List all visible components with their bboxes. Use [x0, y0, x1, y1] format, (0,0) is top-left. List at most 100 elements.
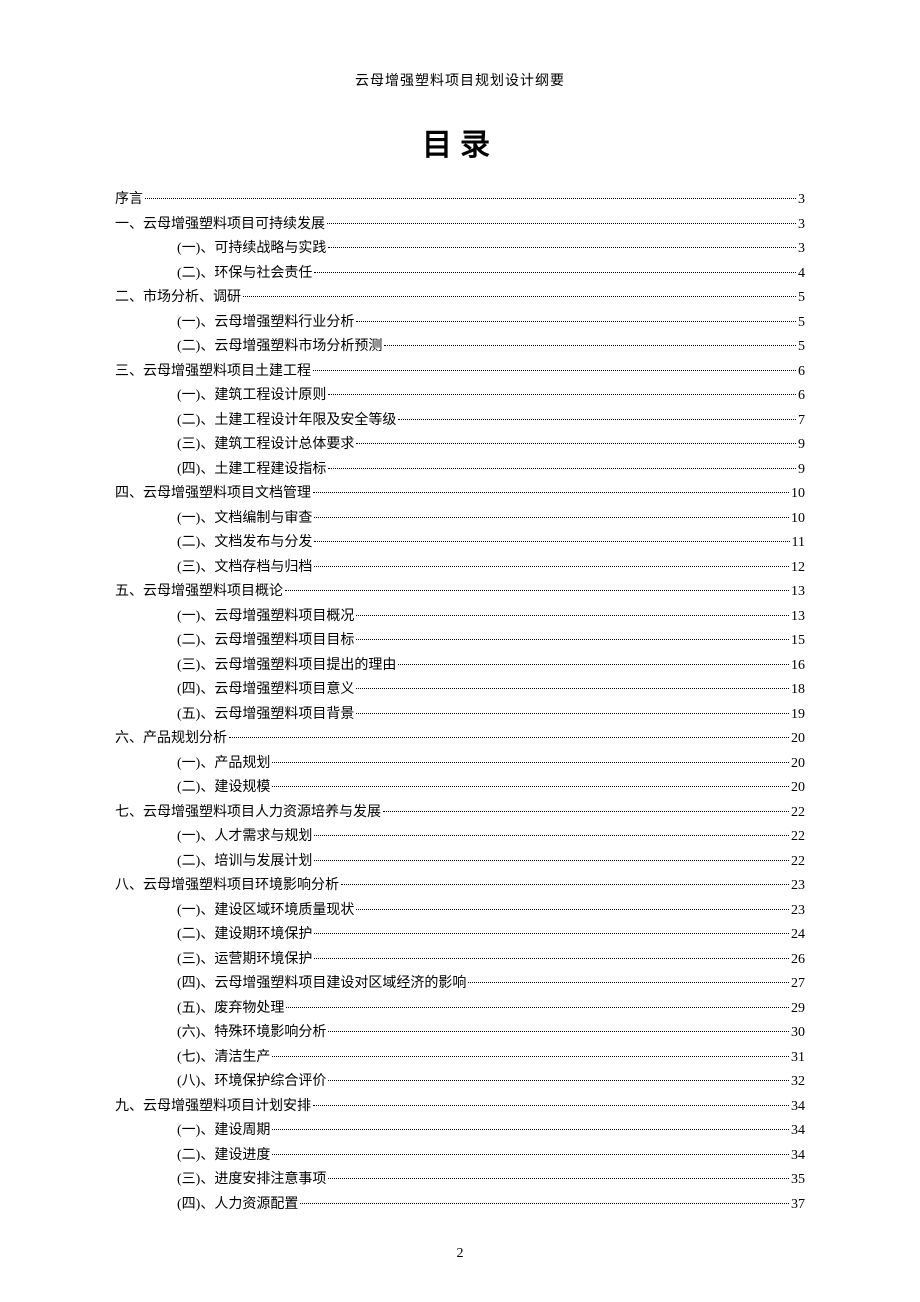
toc-leader-dots	[145, 198, 796, 199]
toc-entry[interactable]: (二)、文档发布与分发11	[177, 531, 805, 556]
toc-entry-page: 10	[791, 507, 805, 532]
toc-entry[interactable]: (六)、特殊环境影响分析30	[177, 1021, 805, 1046]
toc-entry[interactable]: (二)、环保与社会责任4	[177, 262, 805, 287]
toc-entry-label: 七、云母增强塑料项目人力资源培养与发展	[115, 801, 381, 826]
toc-entry[interactable]: (四)、土建工程建设指标9	[177, 458, 805, 483]
toc-entry-label: (二)、环保与社会责任	[177, 262, 312, 287]
toc-entry[interactable]: 五、云母增强塑料项目概论13	[115, 580, 805, 605]
toc-entry[interactable]: 三、云母增强塑料项目土建工程6	[115, 360, 805, 385]
toc-entry-label: (二)、建设规模	[177, 776, 270, 801]
toc-leader-dots	[328, 1178, 789, 1179]
toc-entry-page: 22	[791, 850, 805, 875]
toc-leader-dots	[356, 615, 789, 616]
toc-entry[interactable]: (一)、文档编制与审查10	[177, 507, 805, 532]
toc-entry-label: (三)、云母增强塑料项目提出的理由	[177, 654, 396, 679]
toc-entry-label: 三、云母增强塑料项目土建工程	[115, 360, 311, 385]
toc-entry[interactable]: (四)、云母增强塑料项目建设对区域经济的影响27	[177, 972, 805, 997]
toc-entry-label: (一)、云母增强塑料行业分析	[177, 311, 354, 336]
toc-entry-label: (三)、运营期环境保护	[177, 948, 312, 973]
toc-entry-label: 四、云母增强塑料项目文档管理	[115, 482, 311, 507]
toc-entry-label: 二、市场分析、调研	[115, 286, 241, 311]
toc-entry[interactable]: (七)、清洁生产31	[177, 1046, 805, 1071]
toc-entry[interactable]: (一)、产品规划20	[177, 752, 805, 777]
toc-leader-dots	[229, 737, 789, 738]
toc-leader-dots	[313, 492, 789, 493]
toc-entry[interactable]: (三)、进度安排注意事项35	[177, 1168, 805, 1193]
toc-leader-dots	[356, 639, 789, 640]
toc-entry-label: (四)、云母增强塑料项目意义	[177, 678, 354, 703]
toc-entry[interactable]: (三)、运营期环境保护 26	[177, 948, 805, 973]
toc-entry[interactable]: (二)、云母增强塑料项目目标15	[177, 629, 805, 654]
toc-leader-dots	[314, 958, 789, 959]
toc-entry[interactable]: (一)、云母增强塑料项目概况13	[177, 605, 805, 630]
toc-entry-label: 一、云母增强塑料项目可持续发展	[115, 213, 325, 238]
toc-leader-dots	[314, 860, 789, 861]
toc-leader-dots	[286, 1007, 789, 1008]
toc-leader-dots	[314, 835, 789, 836]
toc-entry-label: (三)、文档存档与归档	[177, 556, 312, 581]
toc-entry[interactable]: (一)、建设周期34	[177, 1119, 805, 1144]
toc-entry[interactable]: 六、产品规划分析20	[115, 727, 805, 752]
toc-entry[interactable]: (二)、土建工程设计年限及安全等级7	[177, 409, 805, 434]
toc-leader-dots	[272, 762, 789, 763]
toc-entry[interactable]: (一)、建设区域环境质量现状 23	[177, 899, 805, 924]
toc-entry-page: 15	[791, 629, 805, 654]
toc-leader-dots	[328, 394, 796, 395]
toc-leader-dots	[398, 664, 789, 665]
toc-entry[interactable]: (二)、建设规模20	[177, 776, 805, 801]
toc-leader-dots	[300, 1203, 789, 1204]
toc-entry-page: 9	[798, 433, 805, 458]
toc-entry-page: 20	[791, 727, 805, 752]
toc-leader-dots	[272, 1154, 789, 1155]
toc-entry-label: (一)、建设周期	[177, 1119, 270, 1144]
toc-entry[interactable]: 二、市场分析、调研5	[115, 286, 805, 311]
toc-entry[interactable]: (二)、云母增强塑料市场分析预测 5	[177, 335, 805, 360]
toc-entry[interactable]: (一)、可持续战略与实践3	[177, 237, 805, 262]
toc-entry[interactable]: 四、云母增强塑料项目文档管理 10	[115, 482, 805, 507]
toc-entry[interactable]: 九、云母增强塑料项目计划安排34	[115, 1095, 805, 1120]
toc-entry[interactable]: (一)、云母增强塑料行业分析5	[177, 311, 805, 336]
toc-leader-dots	[314, 566, 789, 567]
toc-entry-page: 26	[791, 948, 805, 973]
toc-entry[interactable]: (四)、云母增强塑料项目意义18	[177, 678, 805, 703]
toc-entry-page: 5	[798, 335, 805, 360]
toc-leader-dots	[285, 590, 789, 591]
page-number: 2	[0, 1246, 920, 1262]
toc-entry-label: (八)、环境保护综合评价	[177, 1070, 326, 1095]
toc-leader-dots	[272, 1129, 789, 1130]
toc-entry[interactable]: (八)、环境保护综合评价32	[177, 1070, 805, 1095]
toc-entry[interactable]: (二)、建设期环境保护24	[177, 923, 805, 948]
table-of-contents: 序言3一、云母增强塑料项目可持续发展3(一)、可持续战略与实践3(二)、环保与社…	[115, 188, 805, 1217]
toc-entry-label: (一)、可持续战略与实践	[177, 237, 326, 262]
toc-leader-dots	[356, 713, 789, 714]
toc-entry[interactable]: (五)、云母增强塑料项目背景19	[177, 703, 805, 728]
toc-leader-dots	[313, 370, 796, 371]
toc-entry[interactable]: (三)、云母增强塑料项目提出的理由16	[177, 654, 805, 679]
page-title: 目录	[115, 120, 805, 164]
toc-entry[interactable]: (四)、人力资源配置37	[177, 1193, 805, 1218]
toc-entry[interactable]: (一)、建筑工程设计原则6	[177, 384, 805, 409]
toc-entry[interactable]: (五)、废弃物处理29	[177, 997, 805, 1022]
toc-leader-dots	[314, 541, 789, 542]
toc-leader-dots	[468, 982, 789, 983]
toc-entry[interactable]: (三)、文档存档与归档12	[177, 556, 805, 581]
toc-entry-label: (六)、特殊环境影响分析	[177, 1021, 326, 1046]
toc-leader-dots	[243, 296, 796, 297]
toc-entry[interactable]: (二)、培训与发展计划22	[177, 850, 805, 875]
toc-entry[interactable]: (三)、建筑工程设计总体要求9	[177, 433, 805, 458]
toc-entry[interactable]: (一)、人才需求与规划22	[177, 825, 805, 850]
toc-entry-label: (二)、云母增强塑料市场分析预测	[177, 335, 382, 360]
toc-leader-dots	[384, 345, 796, 346]
toc-entry-label: (一)、云母增强塑料项目概况	[177, 605, 354, 630]
toc-entry[interactable]: 一、云母增强塑料项目可持续发展3	[115, 213, 805, 238]
toc-entry-label: 八、云母增强塑料项目环境影响分析	[115, 874, 339, 899]
toc-entry-label: (二)、文档发布与分发	[177, 531, 312, 556]
toc-entry[interactable]: 序言3	[115, 188, 805, 213]
toc-entry-label: (一)、建设区域环境质量现状	[177, 899, 354, 924]
toc-entry[interactable]: (二)、建设进度34	[177, 1144, 805, 1169]
toc-entry[interactable]: 八、云母增强塑料项目环境影响分析23	[115, 874, 805, 899]
toc-entry-page: 27	[791, 972, 805, 997]
toc-entry-page: 10	[791, 482, 805, 507]
toc-entry-page: 23	[791, 899, 805, 924]
toc-entry[interactable]: 七、云母增强塑料项目人力资源培养与发展22	[115, 801, 805, 826]
